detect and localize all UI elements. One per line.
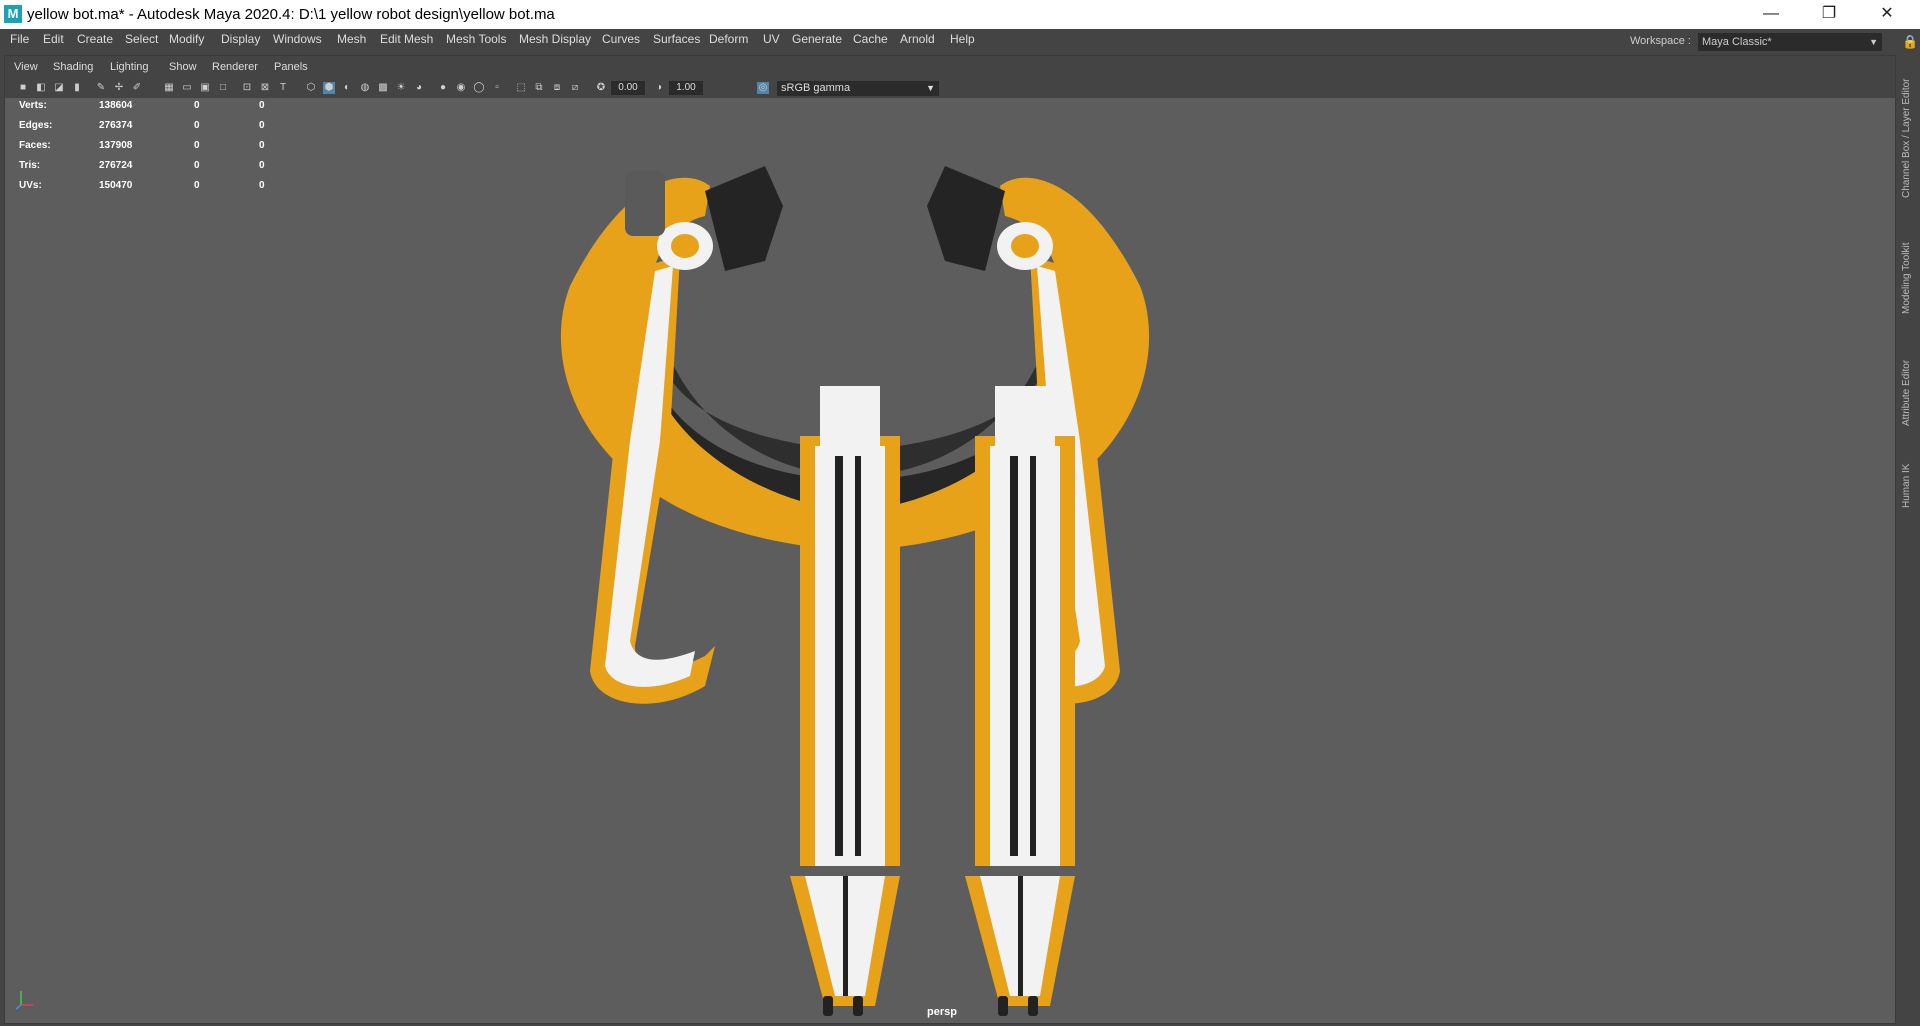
hud-row-uvs: UVs: 150470 0 0 — [19, 180, 279, 196]
hud-row-faces: Faces: 137908 0 0 — [19, 140, 279, 156]
workspace-select[interactable]: Maya Classic* ▼ — [1698, 33, 1882, 51]
view-axis-icon — [15, 991, 33, 1010]
window-title: yellow bot.ma* - Autodesk Maya 2020.4: D… — [27, 6, 555, 23]
menu-help[interactable]: Help — [950, 32, 975, 46]
hud-selected: 0 — [194, 140, 200, 151]
menu-edit[interactable]: Edit — [43, 32, 64, 46]
restore-button[interactable]: ❐ — [1800, 0, 1858, 29]
maya-logo-icon: M — [4, 5, 22, 23]
menu-mesh-display[interactable]: Mesh Display — [519, 32, 591, 46]
title-bar: M yellow bot.ma* - Autodesk Maya 2020.4:… — [0, 0, 1920, 29]
hud-total: 137908 — [99, 140, 133, 151]
hud-total: 150470 — [99, 180, 133, 191]
robot-model — [560, 166, 1150, 1016]
menu-select[interactable]: Select — [125, 32, 158, 46]
menu-curves[interactable]: Curves — [602, 32, 640, 46]
menu-generate[interactable]: Generate — [792, 32, 842, 46]
left-leg — [790, 386, 900, 1016]
menu-mesh-tools[interactable]: Mesh Tools — [446, 32, 506, 46]
menu-modify[interactable]: Modify — [169, 32, 204, 46]
workspace-label: Workspace : — [1630, 35, 1691, 47]
right-top-block — [927, 166, 1005, 271]
hud-row-verts: Verts: 138604 0 0 — [19, 100, 279, 116]
hud-total: 276724 — [99, 160, 133, 171]
hud-label: Tris: — [19, 160, 41, 171]
hud-components: 0 — [259, 140, 265, 151]
workspace-value: Maya Classic* — [1702, 36, 1772, 48]
menu-mesh[interactable]: Mesh — [337, 32, 366, 46]
hud-components: 0 — [259, 120, 265, 131]
close-button[interactable]: ✕ — [1858, 0, 1916, 29]
left-light — [625, 171, 665, 236]
tab-human-ik[interactable]: Human IK — [1901, 460, 1919, 512]
viewport-scene — [560, 166, 1150, 1016]
menu-file[interactable]: File — [10, 32, 29, 46]
left-joint-core — [671, 234, 699, 258]
menu-windows[interactable]: Windows — [273, 32, 322, 46]
hud-selected: 0 — [194, 180, 200, 191]
menu-create[interactable]: Create — [77, 32, 113, 46]
left-top-block — [705, 166, 783, 271]
camera-name: persp — [927, 1006, 957, 1018]
hud-label: Edges: — [19, 120, 53, 131]
right-leg — [965, 386, 1075, 1016]
tab-modeling-toolkit[interactable]: Modeling Toolkit — [1901, 232, 1919, 324]
menu-edit-mesh[interactable]: Edit Mesh — [380, 32, 433, 46]
menu-cache[interactable]: Cache — [853, 32, 888, 46]
hud-selected: 0 — [194, 100, 200, 111]
minimize-button[interactable]: — — [1742, 0, 1800, 29]
menu-arnold[interactable]: Arnold — [900, 32, 935, 46]
hud-selected: 0 — [194, 160, 200, 171]
lock-icon[interactable]: 🔒 — [1902, 34, 1918, 50]
chevron-down-icon: ▼ — [1869, 37, 1878, 47]
menu-uv[interactable]: UV — [763, 32, 780, 46]
hud-label: UVs: — [19, 180, 42, 191]
hud-row-tris: Tris: 276724 0 0 — [19, 160, 279, 176]
hud-row-edges: Edges: 276374 0 0 — [19, 120, 279, 136]
hud-label: Verts: — [19, 100, 47, 111]
hud-total: 138604 — [99, 100, 133, 111]
hud-components: 0 — [259, 100, 265, 111]
hud-components: 0 — [259, 180, 265, 191]
hud-selected: 0 — [194, 120, 200, 131]
hud-total: 276374 — [99, 120, 133, 131]
menu-deform[interactable]: Deform — [709, 32, 748, 46]
menu-surfaces[interactable]: Surfaces — [653, 32, 700, 46]
hud-label: Faces: — [19, 140, 51, 151]
menu-display[interactable]: Display — [221, 32, 260, 46]
right-joint-core — [1011, 234, 1039, 258]
viewport-panel[interactable]: View Shading Lighting Show Renderer Pane… — [4, 55, 1896, 1024]
tab-attribute-editor[interactable]: Attribute Editor — [1901, 350, 1919, 436]
tab-channel-box[interactable]: Channel Box / Layer Editor — [1901, 68, 1919, 208]
hud-components: 0 — [259, 160, 265, 171]
